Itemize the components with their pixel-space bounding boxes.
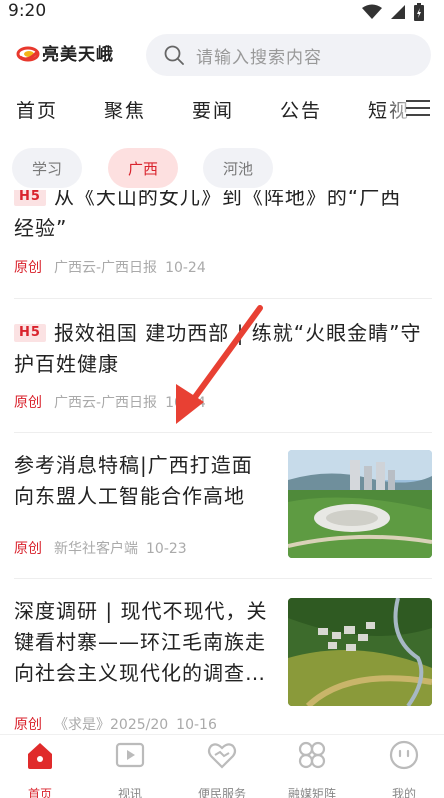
app-header: 亮美天峨 请输入搜索内容 xyxy=(0,30,444,80)
nav-label: 首页 xyxy=(27,787,52,798)
article-title: H5 从《大山的女儿》到《阵地》的“广西 经验” xyxy=(14,190,402,240)
article-source: 广西云-广西日报 xyxy=(54,395,158,411)
article-source: 《求是》2025/20 xyxy=(54,717,169,733)
subtab-study[interactable]: 学习 xyxy=(12,148,82,188)
logo-mark-icon xyxy=(16,46,40,61)
article-meta: 原创 《求是》2025/20 10-16 xyxy=(14,714,217,734)
grid-icon xyxy=(298,741,326,769)
h5-tag: H5 xyxy=(14,190,46,206)
nav-label: 融媒矩阵 xyxy=(287,787,336,798)
origin-label: 原创 xyxy=(14,717,42,733)
list-item[interactable]: 参考消息特稿|广西打造面向东盟人工智能合作高地 原创 新华社客户端 10-23 xyxy=(14,450,432,560)
article-thumbnail xyxy=(288,598,432,706)
divider xyxy=(14,298,432,299)
tab-home[interactable]: 首页 xyxy=(16,96,58,123)
tab-focus[interactable]: 聚焦 xyxy=(104,96,146,123)
h5-tag: H5 xyxy=(14,324,46,342)
nav-label: 我的 xyxy=(391,787,416,798)
article-date: 10-16 xyxy=(176,717,217,733)
origin-label: 原创 xyxy=(14,395,42,411)
article-meta: 原创 新华社客户端 10-23 xyxy=(14,538,187,558)
nav-media-matrix[interactable]: 融媒矩阵 xyxy=(272,739,352,798)
channel-tabs: 首页 聚焦 要闻 公告 短视 xyxy=(0,88,444,132)
divider xyxy=(14,432,432,433)
search-icon xyxy=(164,45,184,65)
battery-icon xyxy=(414,3,424,21)
nav-video[interactable]: 视讯 xyxy=(90,739,170,798)
list-item[interactable]: H5 从《大山的女儿》到《阵地》的“广西 经验” 原创 广西云-广西日报 10-24 xyxy=(14,190,432,280)
search-input[interactable]: 请输入搜索内容 xyxy=(146,34,431,76)
article-meta: 原创 广西云-广西日报 10-24 xyxy=(14,257,206,277)
article-title: H5 报效祖国 建功西部 | 练就“火眼金睛”守护百姓健康 xyxy=(14,321,422,376)
article-date: 10-24 xyxy=(165,260,206,276)
nav-profile[interactable]: 我的 xyxy=(364,739,444,798)
article-thumbnail xyxy=(288,450,432,558)
tab-news[interactable]: 要闻 xyxy=(192,96,234,123)
tab-notice[interactable]: 公告 xyxy=(280,96,322,123)
status-bar: 9:20 xyxy=(0,0,444,26)
logo-text: 亮美天峨 xyxy=(42,45,114,65)
signal-icon xyxy=(391,5,405,19)
article-date: 10-24 xyxy=(165,395,206,411)
nav-label: 视讯 xyxy=(117,787,142,798)
app-logo: 亮美天峨 xyxy=(16,40,114,65)
bottom-nav: 首页 视讯 便民服务 融媒矩阵 我的 xyxy=(0,734,444,798)
status-time: 9:20 xyxy=(8,1,47,21)
channel-menu-icon[interactable] xyxy=(406,98,430,118)
subtab-hechi[interactable]: 河池 xyxy=(203,148,273,188)
origin-label: 原创 xyxy=(14,541,42,557)
article-title: 参考消息特稿|广西打造面向东盟人工智能合作高地 xyxy=(14,453,253,508)
search-placeholder: 请输入搜索内容 xyxy=(196,47,322,68)
nav-label: 便民服务 xyxy=(197,787,246,798)
article-meta: 原创 广西云-广西日报 10-24 xyxy=(14,392,206,412)
article-source: 广西云-广西日报 xyxy=(54,260,158,276)
news-feed: H5 从《大山的女儿》到《阵地》的“广西 经验” 原创 广西云-广西日报 10-24 H… xyxy=(0,190,444,734)
nav-home[interactable]: 首页 xyxy=(0,739,80,798)
status-icons xyxy=(362,3,424,21)
article-date: 10-23 xyxy=(146,541,187,557)
wifi-icon xyxy=(362,4,382,19)
profile-face-icon xyxy=(389,740,419,770)
divider xyxy=(14,578,432,579)
heart-handshake-icon xyxy=(207,743,237,769)
article-source: 新华社客户端 xyxy=(54,541,138,557)
subtab-guangxi[interactable]: 广西 xyxy=(108,148,178,188)
list-item[interactable]: H5 报效祖国 建功西部 | 练就“火眼金睛”守护百姓健康 原创 广西云-广西日报 1… xyxy=(14,318,432,418)
home-icon xyxy=(28,743,52,769)
list-item[interactable]: 深度调研 | 现代不现代，关键看村寨——环江毛南族走向社会主义现代化的调查… 原… xyxy=(14,596,432,734)
nav-services[interactable]: 便民服务 xyxy=(182,739,262,798)
article-title: 深度调研 | 现代不现代，关键看村寨——环江毛南族走向社会主义现代化的调查… xyxy=(14,599,268,685)
video-icon xyxy=(115,742,145,768)
origin-label: 原创 xyxy=(14,260,42,276)
